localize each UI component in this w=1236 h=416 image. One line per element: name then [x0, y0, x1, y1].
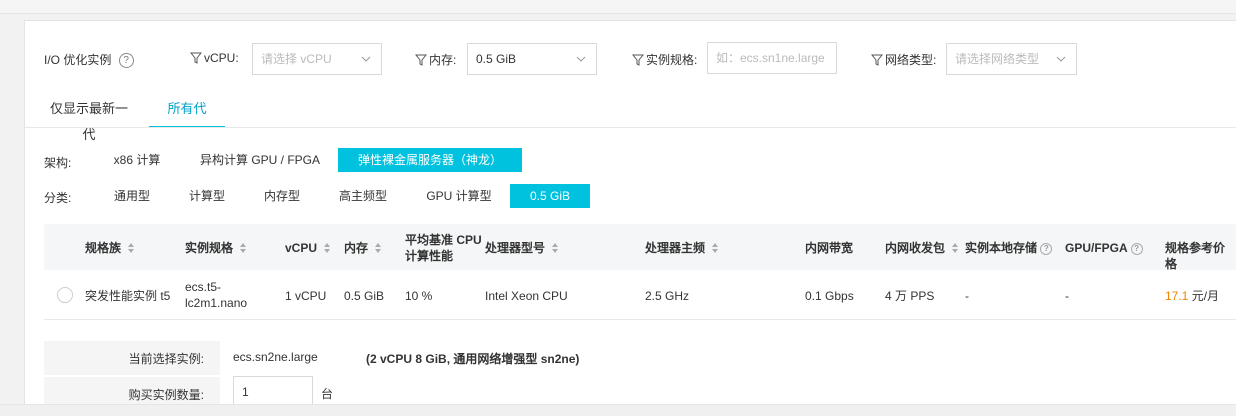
cell-baseline: 10 % — [405, 289, 433, 303]
category-option-compute[interactable]: 计算型 — [178, 184, 236, 208]
io-optimized-label: I/O 优化实例 — [44, 53, 112, 67]
header-vcpu[interactable]: vCPU — [285, 240, 331, 256]
cell-price: 17.1 元/月 — [1165, 288, 1219, 304]
current-instance-label: 当前选择实例: — [128, 352, 204, 366]
sort-icon — [240, 243, 247, 253]
arch-option-bare-metal[interactable]: 弹性裸金属服务器（神龙） — [338, 148, 522, 172]
table-row[interactable]: 突发性能实例 t5 ecs.t5- lc2m1.nano 1 vCPU 0.5 G… — [44, 270, 1236, 320]
arch-option-x86[interactable]: x86 计算 — [104, 148, 170, 172]
chevron-down-icon — [576, 56, 586, 62]
sort-icon — [712, 243, 719, 253]
category-option-memory-filter[interactable]: 0.5 GiB — [510, 184, 590, 208]
header-baseline-cpu[interactable]: 平均基准 CPU 计算性能 — [405, 232, 482, 264]
category-option-high-frequency[interactable]: 高主频型 — [330, 184, 396, 208]
header-bandwidth: 内网带宽 — [805, 241, 854, 255]
sort-icon — [324, 243, 331, 253]
help-circle-icon[interactable]: ? — [1040, 242, 1053, 255]
cell-memory: 0.5 GiB — [344, 289, 385, 303]
cell-local-storage: - — [965, 289, 969, 303]
help-circle-icon[interactable]: ? — [1130, 242, 1143, 255]
bottom-strip — [0, 404, 1236, 416]
architecture-label: 架构: — [44, 156, 72, 170]
cell-bandwidth: 0.1 Gbps — [805, 289, 854, 303]
current-instance-detail: (2 vCPU 8 GiB, 通用网络增强型 sn2ne) — [366, 352, 580, 366]
instance-spec-input[interactable]: 如：ecs.sn1ne.large — [707, 42, 837, 74]
category-label: 分类: — [44, 191, 72, 205]
quantity-unit: 台 — [321, 387, 334, 401]
memory-select[interactable]: 0.5 GiB — [467, 43, 597, 75]
category-option-memory[interactable]: 内存型 — [254, 184, 310, 208]
current-instance-value: ecs.sn2ne.large — [233, 350, 318, 364]
category-option-general[interactable]: 通用型 — [104, 184, 160, 208]
cell-gpu-fpga: - — [1065, 289, 1069, 303]
sort-icon — [128, 243, 135, 253]
sort-icon — [552, 243, 559, 253]
chevron-down-icon — [361, 56, 371, 62]
category-option-gpu-compute[interactable]: GPU 计算型 — [416, 184, 502, 208]
memory-filter-label: 内存: — [415, 51, 456, 68]
tab-all-generations[interactable]: 所有代 — [149, 96, 225, 128]
header-pps[interactable]: 内网收发包 — [885, 240, 959, 256]
vcpu-filter-label: vCPU: — [190, 51, 239, 65]
header-processor[interactable]: 处理器型号 — [485, 240, 559, 256]
tab-divider — [24, 127, 1236, 128]
funnel-icon — [190, 52, 202, 64]
cell-pps: 4 万 PPS — [885, 289, 935, 303]
header-price: 规格参考价格 — [1165, 241, 1226, 271]
help-circle-icon[interactable]: ? — [118, 53, 134, 69]
cell-family: 突发性能实例 t5 — [85, 289, 171, 303]
header-gpu-fpga: GPU/FPGA ? — [1065, 240, 1143, 256]
sort-icon — [375, 243, 382, 253]
header-memory[interactable]: 内存 — [344, 240, 382, 256]
cell-spec: ecs.t5- lc2m1.nano — [185, 280, 248, 310]
header-family[interactable]: 规格族 — [85, 240, 135, 256]
quantity-label: 购买实例数量: — [128, 388, 204, 402]
arch-option-heterogeneous[interactable]: 异构计算 GPU / FPGA — [190, 148, 330, 172]
vcpu-select[interactable]: 请选择 vCPU — [252, 43, 382, 75]
sort-icon — [952, 243, 959, 253]
cell-frequency: 2.5 GHz — [645, 289, 690, 303]
network-type-select[interactable]: 请选择网络类型 — [946, 43, 1077, 75]
network-type-filter-label: 网络类型: — [871, 51, 936, 68]
instance-spec-filter-label: 实例规格: — [632, 51, 697, 68]
price-value: 17.1 — [1165, 289, 1189, 303]
funnel-icon — [632, 54, 644, 66]
cell-processor: Intel Xeon CPU — [485, 289, 568, 303]
top-strip — [0, 0, 1236, 14]
tab-latest-generation[interactable]: 仅显示最新一代 — [44, 96, 134, 142]
io-optimized-filter: I/O 优化实例 ? — [44, 51, 134, 69]
header-spec[interactable]: 实例规格 — [185, 240, 247, 256]
cell-vcpu: 1 vCPU — [285, 289, 327, 303]
header-local-storage: 实例本地存储 ? — [965, 240, 1053, 256]
funnel-icon — [871, 54, 883, 66]
table-header: 规格族 实例规格 vCPU 内存 平均基准 CPU 计算性能 处理器型号 处理器主… — [44, 224, 1236, 271]
row-radio[interactable] — [57, 287, 73, 303]
header-frequency[interactable]: 处理器主频 — [645, 240, 719, 256]
funnel-icon — [415, 54, 427, 66]
price-unit: 元/月 — [1188, 289, 1220, 303]
chevron-down-icon — [1056, 56, 1066, 62]
